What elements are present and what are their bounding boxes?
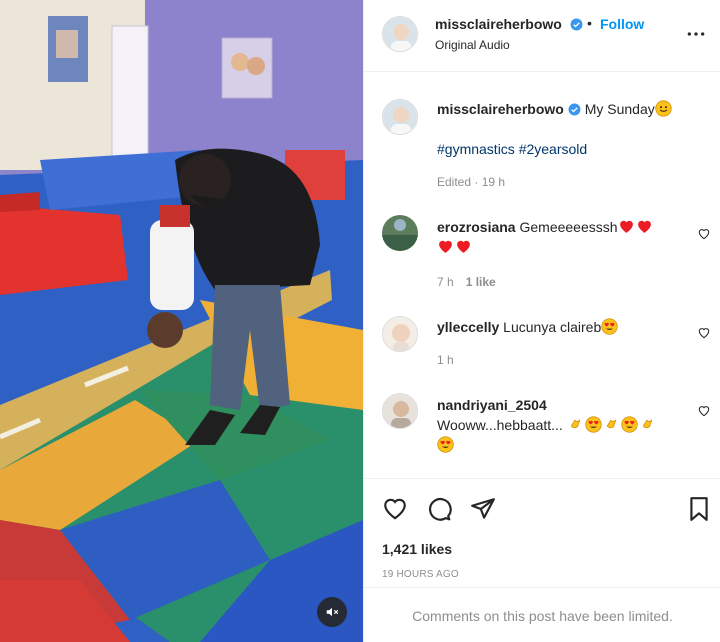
avatar[interactable] [382,393,418,429]
audio-label[interactable]: Original Audio [435,38,510,52]
mute-button[interactable] [317,597,347,627]
post-author[interactable]: missclaireherbowo [435,16,583,32]
red-heart-icon [619,220,633,233]
heart-eyes-face-icon [601,318,618,335]
username[interactable]: missclaireherbowo [435,16,562,32]
follow-button[interactable]: Follow [600,16,644,32]
likes-count[interactable]: 1,421 likes [382,541,452,557]
comment-bubble-icon[interactable] [426,496,452,522]
speaker-muted-icon [326,607,339,617]
heart-eyes-face-icon [621,416,638,433]
avatar[interactable] [382,215,418,251]
comment-meta: 1 h [437,353,466,367]
clapping-hands-icon [642,419,653,429]
save-bookmark-icon[interactable] [686,496,712,522]
comment: nandriyani_2504 Wooww...hebbaatt... [437,395,689,455]
comments-limited-notice: Comments on this post have been limited. [364,587,720,642]
caption-meta: Edited · 19 h [437,175,506,189]
comment-time: 7 h [437,275,454,289]
caption-username[interactable]: missclaireherbowo [437,101,564,117]
verified-badge-icon [568,103,581,116]
caption: missclaireherbowo My Sunday [437,99,689,119]
comment-meta: 7 h 1 like [437,275,508,289]
comments-list[interactable]: missclaireherbowo My Sunday #gymnastics … [364,73,720,477]
comment-time: 1 h [437,353,454,367]
post-timestamp: 19 HOURS AGO [382,569,459,580]
comment: erozrosiana Gemeeeeesssh [437,217,689,257]
video-frame [0,0,363,642]
share-paper-plane-icon[interactable] [470,496,496,522]
verified-badge-icon [570,18,583,31]
hashtags[interactable]: #gymnastics #2yearsold [437,139,689,159]
comment-likes[interactable]: 1 like [466,275,496,289]
post-video[interactable] [0,0,363,642]
separator-dot: • [587,15,592,31]
comment-username[interactable]: ylleccelly [437,319,499,335]
grinning-face-icon [655,100,672,117]
post-actions: 1,421 likes 19 HOURS AGO Comments on thi… [364,478,720,642]
avatar[interactable] [382,16,418,52]
clapping-hands-icon [606,419,617,429]
red-heart-icon [439,240,452,253]
red-heart-icon [457,240,470,253]
like-comment-icon[interactable] [697,326,711,340]
avatar[interactable] [382,316,418,352]
like-comment-icon[interactable] [697,227,711,241]
like-heart-icon[interactable] [382,496,408,522]
caption-text: My Sunday [584,101,655,117]
more-options-icon[interactable] [686,24,706,44]
heart-eyes-face-icon [437,436,454,453]
comment-username[interactable]: nandriyani_2504 [437,397,547,413]
comment-text: Lucunya claireb [503,319,602,335]
avatar[interactable] [382,99,418,135]
post-side-panel: missclaireherbowo • Follow Original Audi… [363,0,720,642]
red-heart-icon [637,220,651,233]
heart-eyes-face-icon [585,416,602,433]
comment-text: Wooww...hebbaatt... [437,417,563,433]
comment-username[interactable]: erozrosiana [437,219,516,235]
comment: ylleccelly Lucunya claireb [437,317,689,337]
clapping-hands-icon [570,419,581,429]
comment-text: Gemeeeeesssh [519,219,618,235]
like-comment-icon[interactable] [697,404,711,418]
post-header: missclaireherbowo • Follow Original Audi… [364,0,720,72]
